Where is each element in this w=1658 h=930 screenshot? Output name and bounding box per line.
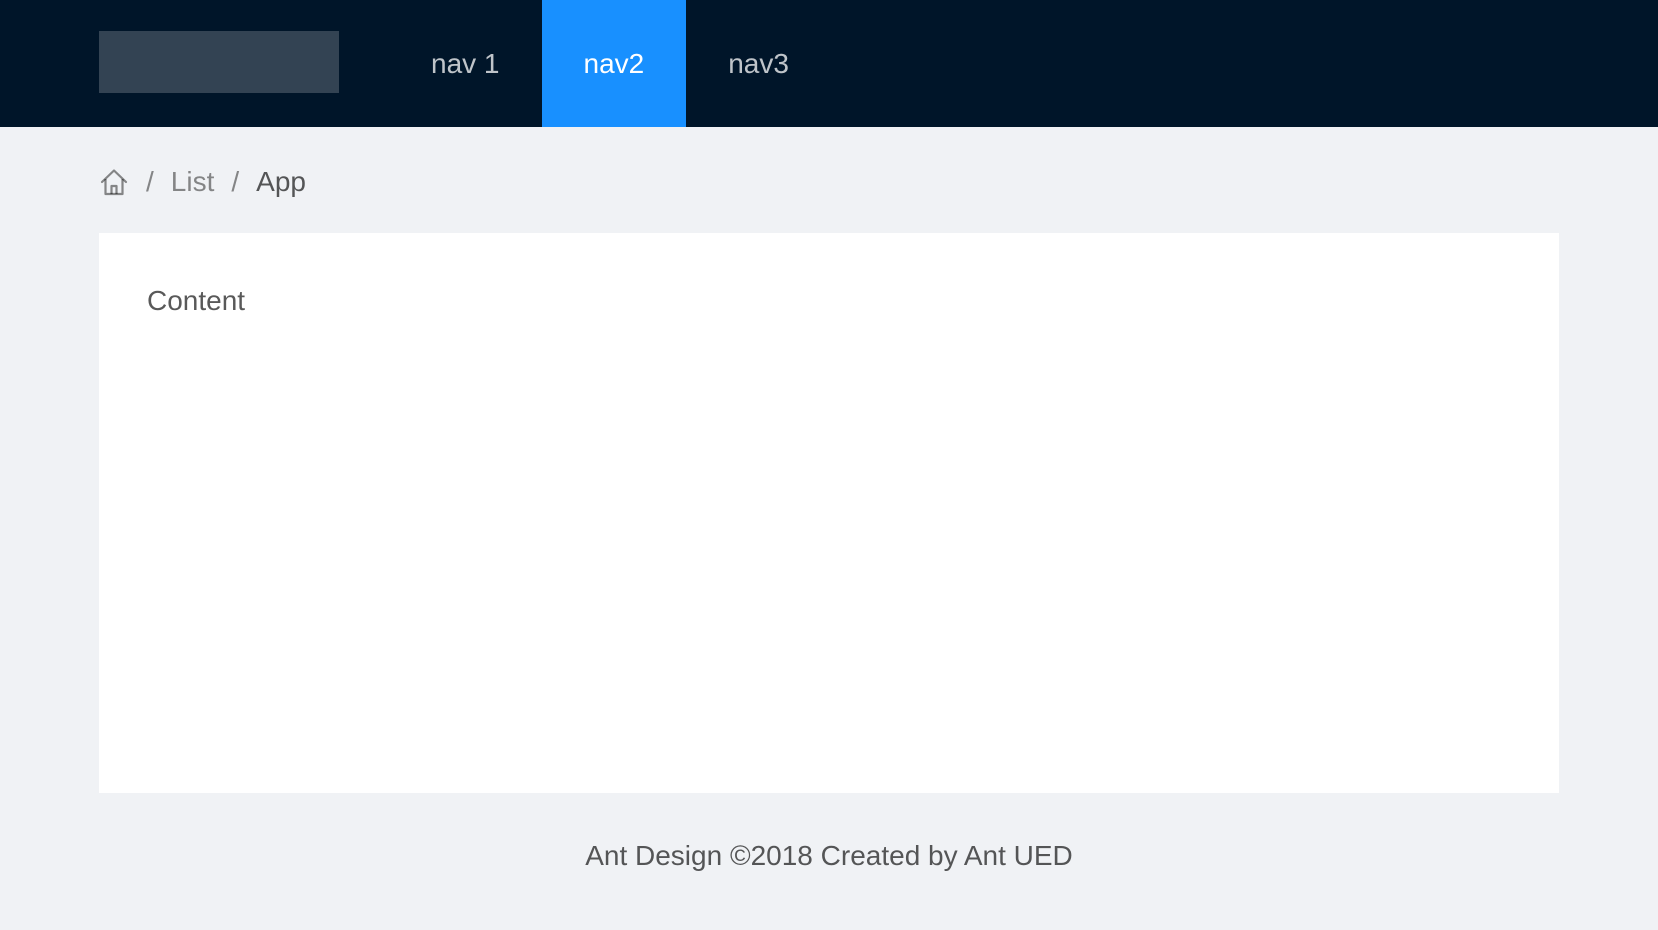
breadcrumb-separator: / [231,166,240,197]
app-layout: nav 1 nav2 nav3 / List / App Content Ant… [0,0,1658,930]
content-text: Content [147,285,246,316]
nav-item-3[interactable]: nav3 [686,0,831,127]
top-nav-menu: nav 1 nav2 nav3 [389,0,831,127]
breadcrumb-separator: / [146,166,154,197]
breadcrumb: / List / App [99,160,306,204]
header-bar: nav 1 nav2 nav3 [0,0,1658,127]
nav-item-2[interactable]: nav2 [541,0,687,127]
content-panel: Content [99,233,1559,793]
logo-placeholder [99,31,339,93]
footer-text: Ant Design ©2018 Created by Ant UED [585,840,1073,871]
breadcrumb-item-list[interactable]: List [171,166,215,198]
breadcrumb-item-app: App [256,166,306,197]
home-icon[interactable] [99,167,129,197]
nav-item-1[interactable]: nav 1 [389,0,542,127]
